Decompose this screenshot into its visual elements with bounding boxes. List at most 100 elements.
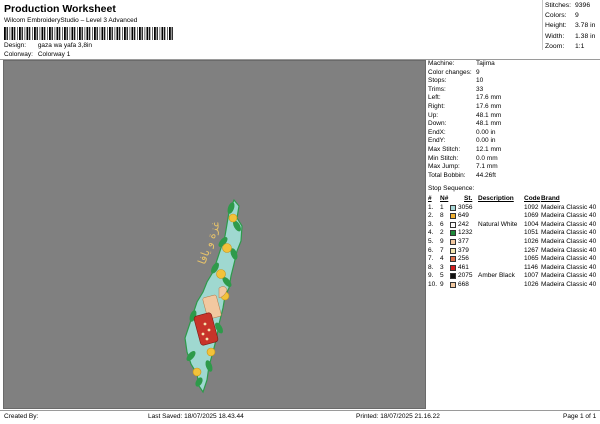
thread-code: 1092 [524,203,539,211]
color-swatch [450,247,456,254]
machine-info-row: EndY: 0.00 in [428,137,598,146]
info-value: 10 [476,77,484,85]
stop-sequence-table: # N# St. Description Code Brand 1. 1 3056 1… [428,195,598,290]
app-subtitle: Wilcom EmbroideryStudio – Level 3 Advanc… [4,17,138,24]
page-title: Production Worksheet [4,3,116,15]
col-header-code: Code [524,195,541,202]
machine-info-row: EndX: 0.00 in [428,129,598,138]
needle-number: 2 [440,229,444,237]
info-label: Max Stitch: [428,145,461,153]
info-value: 0.00 in [476,128,496,136]
info-value: 0.0 mm [476,154,498,162]
info-value: 9 [476,68,480,76]
stat-row: Width: 1.38 in [545,33,599,43]
col-header-stitches: St. [464,195,473,202]
stitch-count: 668 [458,280,469,288]
col-header-n: N# [440,195,449,202]
info-value: 0.00 in [476,137,496,145]
thread-brand: Madeira Classic 40 [541,255,597,263]
stop-row: 8. 3 461 1146 Madeira Classic 40 [428,264,598,273]
color-swatch [450,230,456,237]
stop-number: 4. [428,229,434,237]
stop-row: 4. 2 1232 1051 Madeira Classic 40 [428,229,598,238]
col-header-description: Description [478,195,514,202]
color-swatch [450,204,456,211]
stats-summary: Stitches: 9396 Colors: 9 Height: 3.78 in Wi… [545,2,599,53]
color-swatch [450,256,456,263]
stitch-count: 379 [458,246,469,254]
machine-info-row: Color changes: 9 [428,69,598,78]
machine-info-row: Min Stitch: 0.0 mm [428,155,598,164]
stat-row: Zoom: 1:1 [545,43,599,53]
stat-value: 1.38 in [575,32,596,40]
needle-number: 9 [440,280,444,288]
stop-row: 9. 5 2075 Amber Black 1007 Madeira Classic 40 [428,272,598,281]
thread-code: 1051 [524,229,539,237]
thread-brand: Madeira Classic 40 [541,203,597,211]
info-value: 44.26ft [476,171,496,179]
stop-row: 6. 7 379 1267 Madeira Classic 40 [428,247,598,256]
stop-row: 10. 9 668 1026 Madeira Classic 40 [428,281,598,290]
machine-info-row: Right: 17.6 mm [428,103,598,112]
design-row: Design: gaza wa yafa 3,8in [4,42,92,49]
color-swatch [450,273,456,280]
design-label: Design: [4,42,27,49]
needle-number: 5 [440,272,444,280]
machine-info-row: Left: 17.6 mm [428,94,598,103]
stat-label: Height: [545,22,567,30]
info-label: Right: [428,102,445,110]
machine-info-row: Up: 48.1 mm [428,112,598,121]
info-value: 48.1 mm [476,120,502,128]
machine-info-panel: Machine: Tajima Color changes: 9 Stops: 10 Tri… [428,60,598,180]
info-value: 17.6 mm [476,94,502,102]
col-header-num: # [428,195,432,202]
info-value: 48.1 mm [476,111,502,119]
stitch-count: 461 [458,263,469,271]
machine-info-row: Total Bobbin: 44.26ft [428,172,598,181]
info-label: Down: [428,120,447,128]
thread-code: 1146 [524,263,538,271]
stat-label: Colors: [545,12,567,20]
stop-number: 10. [428,280,438,288]
stop-number: 6. [428,246,434,254]
thread-code: 1065 [524,255,539,263]
info-value: 17.6 mm [476,102,502,110]
thread-description: Natural White [478,220,518,228]
color-swatch [450,264,456,271]
stats-divider [542,0,543,50]
footer-created-by: Created By: [4,413,39,420]
stat-value: 1:1 [575,42,585,50]
stat-label: Width: [545,32,565,40]
needle-number: 3 [440,263,444,271]
colorway-row: Colorway: Colorway 1 [4,51,70,58]
thread-code: 1007 [524,272,539,280]
info-value: Tajima [476,60,495,67]
stop-number: 5. [428,237,434,245]
footer-last-saved: Last Saved: 18/07/2025 18.43.44 [148,413,244,420]
colorway-value: Colorway 1 [37,51,71,58]
thread-code: 1069 [524,212,539,220]
needle-number: 6 [440,220,444,228]
machine-info-row: Machine: Tajima [428,60,598,69]
needle-number: 8 [440,212,444,220]
needle-number: 4 [440,255,444,263]
stat-row: Stitches: 9396 [545,2,599,12]
thread-brand: Madeira Classic 40 [541,229,597,237]
color-swatch [450,213,456,220]
stop-number: 1. [428,203,434,211]
info-value: 33 [476,85,484,93]
footer: Created By: Last Saved: 18/07/2025 18.43… [0,412,600,424]
needle-number: 9 [440,237,444,245]
info-label: Trims: [428,85,446,93]
stat-label: Stitches: [545,2,572,9]
thread-brand: Madeira Classic 40 [541,246,597,254]
color-swatch [450,221,456,228]
stop-number: 7. [428,255,434,263]
stitch-count: 1232 [458,229,473,237]
thread-brand: Madeira Classic 40 [541,263,597,271]
stat-row: Height: 3.78 in [545,22,599,32]
machine-info-row: Max Stitch: 12.1 mm [428,146,598,155]
design-preview-canvas[interactable]: غزة و يافا [3,60,426,409]
info-label: EndY: [428,137,446,145]
info-label: Total Bobbin: [428,171,466,179]
